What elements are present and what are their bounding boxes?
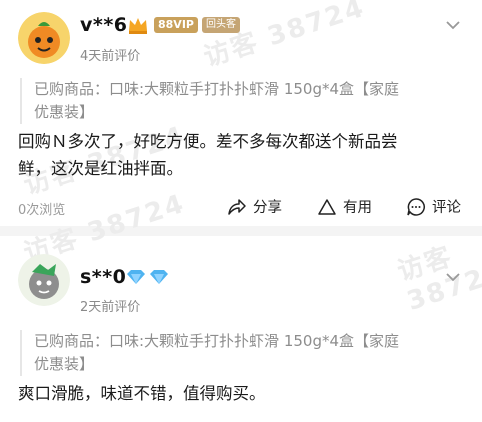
returning-customer-badge: 回头客 bbox=[202, 17, 240, 33]
chevron-down-icon[interactable] bbox=[442, 14, 464, 36]
helpful-button[interactable]: 有用 bbox=[317, 196, 372, 217]
avatar[interactable] bbox=[18, 254, 70, 306]
avatar[interactable] bbox=[18, 12, 70, 64]
product-line-1: 已购商品：口味:大颗粒手打扑扑虾滑 150g*4盒【家庭 bbox=[34, 80, 400, 98]
share-icon bbox=[228, 198, 246, 215]
username: s**0 bbox=[80, 266, 127, 288]
product-line-2: 优惠装】 bbox=[34, 355, 95, 373]
product-line-2: 优惠装】 bbox=[34, 103, 95, 121]
review-text-line-1: 回购Ｎ多次了，好吃方便。差不多每次都送个新品尝 bbox=[18, 132, 398, 151]
review-text: 回购Ｎ多次了，好吃方便。差不多每次都送个新品尝 鲜，这次是红油拌面。 bbox=[18, 128, 466, 182]
watermark: 访客 38724 bbox=[393, 241, 482, 317]
helpful-label: 有用 bbox=[343, 200, 372, 216]
review-card: 访客 38724 访客 38724 s**0 2天前评价 已购商品：口味:大颗粒… bbox=[0, 189, 482, 422]
comment-label: 评论 bbox=[432, 200, 461, 216]
crown-icon bbox=[127, 15, 149, 39]
comment-button[interactable]: 评论 bbox=[406, 196, 461, 217]
chevron-down-icon[interactable] bbox=[442, 266, 464, 288]
triangle-icon bbox=[318, 198, 336, 215]
purchased-product: 已购商品：口味:大颗粒手打扑扑虾滑 150g*4盒【家庭 优惠装】 bbox=[20, 78, 479, 124]
review-date: 2天前评价 bbox=[80, 300, 141, 315]
view-count: 0次浏览 bbox=[18, 203, 66, 218]
review-text-line-1: 爽口滑脆，味道不错，值得购买。 bbox=[18, 384, 266, 403]
watermark: 访客 38724 bbox=[200, 0, 369, 74]
review-card: 访客 38724 访客 38724 v**6 88VIP 回头客 4天前评价 已… bbox=[0, 0, 482, 226]
product-line-1: 已购商品：口味:大颗粒手打扑扑虾滑 150g*4盒【家庭 bbox=[34, 332, 400, 350]
review-date: 4天前评价 bbox=[80, 49, 141, 64]
review-text-line-2: 鲜，这次是红油拌面。 bbox=[18, 159, 183, 178]
section-divider bbox=[0, 226, 482, 236]
vip-badge: 88VIP bbox=[154, 17, 198, 33]
diamond-icon bbox=[126, 269, 170, 289]
share-label: 分享 bbox=[253, 200, 282, 216]
share-button[interactable]: 分享 bbox=[227, 196, 282, 217]
purchased-product: 已购商品：口味:大颗粒手打扑扑虾滑 150g*4盒【家庭 优惠装】 bbox=[20, 330, 479, 376]
username: v**6 bbox=[80, 14, 128, 36]
comment-icon bbox=[407, 197, 425, 216]
review-text: 爽口滑脆，味道不错，值得购买。 bbox=[18, 380, 466, 407]
